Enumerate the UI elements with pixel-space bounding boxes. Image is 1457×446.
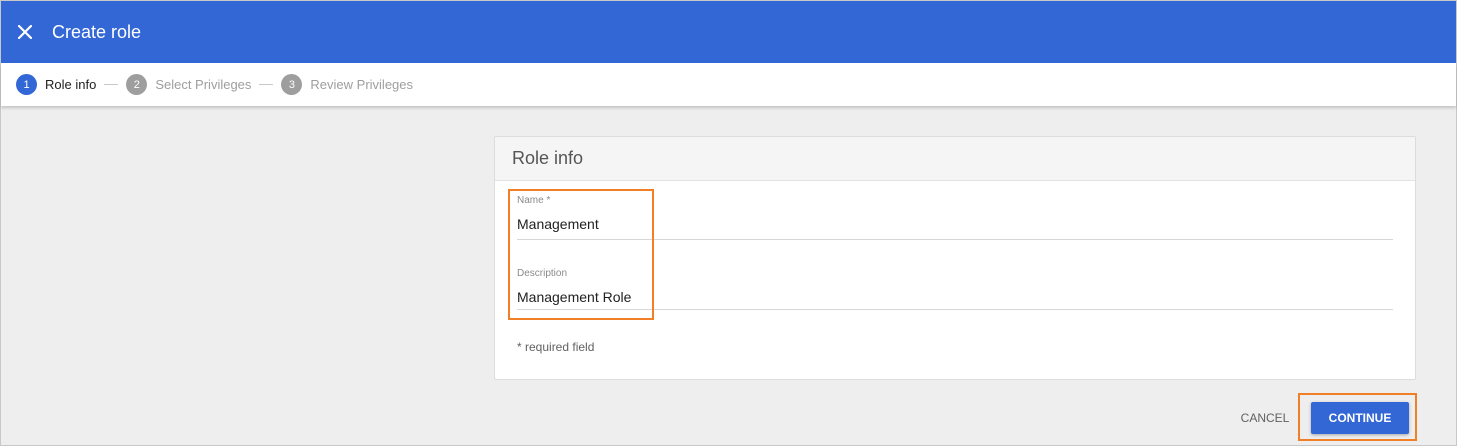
close-button[interactable] bbox=[3, 10, 47, 54]
close-icon bbox=[18, 25, 32, 39]
step-label: Select Privileges bbox=[155, 77, 252, 92]
cancel-button[interactable]: CANCEL bbox=[1227, 403, 1303, 432]
card-title: Role info bbox=[495, 137, 1415, 181]
app-header: Create role bbox=[1, 1, 1456, 63]
page-title: Create role bbox=[52, 21, 142, 42]
required-field-note: * required field bbox=[517, 340, 595, 354]
step-select-privileges[interactable]: 2 Select Privileges bbox=[126, 74, 251, 95]
step-role-info[interactable]: 1 Role info bbox=[16, 74, 96, 95]
fields-highlight-box bbox=[508, 189, 654, 320]
step-number: 2 bbox=[126, 74, 148, 95]
step-label: Review Privileges bbox=[310, 77, 414, 92]
continue-highlight-box bbox=[1298, 393, 1417, 441]
step-divider bbox=[104, 84, 119, 85]
step-number: 3 bbox=[281, 74, 303, 95]
step-number: 1 bbox=[16, 74, 37, 95]
step-label: Role info bbox=[45, 77, 97, 92]
step-divider bbox=[259, 84, 274, 85]
stepper: 1 Role info 2 Select Privileges 3 Review… bbox=[1, 63, 1456, 106]
step-review-privileges[interactable]: 3 Review Privileges bbox=[281, 74, 413, 95]
